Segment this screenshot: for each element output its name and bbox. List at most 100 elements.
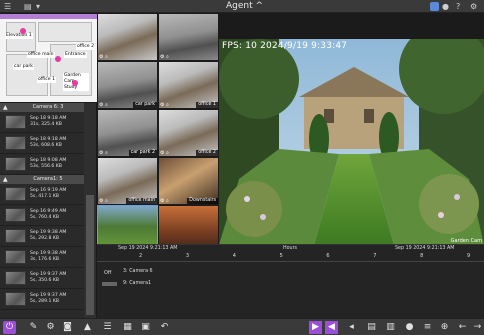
recording-item[interactable]: Sep 18 9:08 AM 53s, 556.6 KB bbox=[0, 154, 96, 175]
recording-thumbnail bbox=[5, 229, 26, 243]
floorplan-label[interactable]: office main bbox=[27, 52, 55, 58]
camera-tile[interactable]: ⚙ ⌕ Downstairs bbox=[159, 158, 218, 204]
forward-icon[interactable]: → bbox=[471, 321, 484, 334]
play-icon[interactable]: ▶ bbox=[309, 321, 322, 334]
timeline-header: Sep 19 2024 9:21:13 AM Hours Sep 19 2024… bbox=[97, 245, 484, 252]
undo-icon[interactable]: ↶ bbox=[158, 321, 171, 334]
dropdown-icon[interactable]: ▾ bbox=[36, 2, 40, 11]
fps-overlay: FPS: 10 2024/9/19 9:33:47 bbox=[222, 41, 348, 51]
recording-item[interactable]: Sep 16 9:19 AM 5s, 417.1 KB bbox=[0, 184, 96, 205]
floorplan-label[interactable]: Entrance bbox=[64, 52, 87, 58]
camera-tile-label: office 1 bbox=[196, 102, 218, 108]
camera-tile-tools-icon[interactable]: ⚙ ⌕ bbox=[99, 54, 108, 60]
camera-tile[interactable]: ⚙ ⌕ office 1 bbox=[159, 62, 218, 108]
garden-scene bbox=[219, 39, 484, 245]
recording-thumbnail bbox=[5, 136, 26, 150]
settings-icon[interactable]: ⚙ bbox=[44, 321, 57, 334]
camera-tile[interactable]: ⚙ ⌕ car park bbox=[98, 62, 157, 108]
floorplan-label[interactable]: Elevation 1 bbox=[5, 33, 33, 39]
timeline-tick-label: 3 bbox=[185, 253, 190, 259]
recording-item[interactable]: Sep 19 9:38 AM 3s, 176.6 KB bbox=[0, 247, 96, 268]
help-icon[interactable]: ? bbox=[456, 2, 460, 11]
mic-icon[interactable]: ● bbox=[403, 321, 416, 334]
main-view-top-area bbox=[219, 13, 484, 39]
collapse-icon[interactable]: ▲ bbox=[3, 175, 8, 184]
camera-tile-tools-icon[interactable]: ⚙ ⌕ bbox=[160, 198, 169, 204]
recording-item[interactable]: Sep 19 9:38 AM 5s, 292.8 KB bbox=[0, 226, 96, 247]
list-scrollbar[interactable] bbox=[84, 103, 96, 318]
scrollbar-thumb[interactable] bbox=[86, 195, 94, 315]
timeline-row[interactable]: 9: Camera1 bbox=[97, 279, 484, 289]
recording-info: 53s, 556.6 KB bbox=[30, 164, 62, 169]
camera-tile-tools-icon[interactable]: ⚙ ⌕ bbox=[99, 198, 108, 204]
recording-time: Sep 19 9:37 AM bbox=[30, 272, 67, 277]
group-header-camera6[interactable]: ▲ Camera 6: 3 bbox=[0, 103, 96, 112]
recording-item[interactable]: Sep 19 9:37 AM 5s, 289.1 KB bbox=[0, 289, 96, 310]
camera-icon[interactable]: ◙ bbox=[61, 321, 74, 334]
floorplan-map[interactable]: Elevation 1 office main car park Entranc… bbox=[0, 14, 97, 102]
recording-time: Sep 19 9:38 AM bbox=[30, 230, 67, 235]
camera-tile[interactable]: ⚙ ⌕ office main bbox=[98, 158, 157, 204]
image-icon[interactable]: ▣ bbox=[139, 321, 152, 334]
back-icon[interactable]: ← bbox=[456, 321, 469, 334]
user-icon[interactable]: ● bbox=[442, 2, 449, 11]
recording-item[interactable]: Sep 16 9:49 AM 5s, 760.4 KB bbox=[0, 205, 96, 226]
recording-info: 53s, 608.6 KB bbox=[30, 143, 62, 148]
floorplan-label[interactable]: office 2 bbox=[76, 44, 95, 50]
timeline-end-label: Sep 19 2024 9:21:13 AM bbox=[395, 246, 455, 251]
camera-tile-label: car park 2 bbox=[128, 150, 157, 156]
camera-tile[interactable]: ⚙ ⌕ bbox=[98, 14, 157, 60]
recording-thumbnail bbox=[5, 208, 26, 222]
timeline-row[interactable]: 3: Camera 6 bbox=[97, 267, 484, 277]
camera-tile-tools-icon[interactable]: ⚙ ⌕ bbox=[160, 54, 169, 60]
camera-marker[interactable] bbox=[20, 28, 26, 34]
recording-item[interactable]: Sep 19 9:37 AM 5s, 350.6 KB bbox=[0, 268, 96, 289]
camera-tile-tools-icon[interactable]: ⚙ ⌕ bbox=[160, 102, 169, 108]
timeline-segment[interactable] bbox=[102, 282, 117, 286]
layout-icon[interactable]: ▤ bbox=[365, 321, 378, 334]
timeline[interactable]: Sep 19 2024 9:21:13 AM Hours Sep 19 2024… bbox=[97, 244, 484, 318]
floorplan-header bbox=[0, 14, 97, 19]
camera-tile-tools-icon[interactable]: ⚙ ⌕ bbox=[99, 150, 108, 156]
camera-tile-tools-icon[interactable]: ⚙ ⌕ bbox=[99, 102, 108, 108]
recording-thumbnail bbox=[5, 271, 26, 285]
edit-icon[interactable]: ✎ bbox=[27, 321, 40, 334]
camera-tile[interactable]: ⚙ ⌕ office 2 bbox=[159, 110, 218, 156]
list-icon[interactable]: ☰ bbox=[101, 321, 114, 334]
main-camera-view[interactable]: FPS: 10 2024/9/19 9:33:47 Garden Cam bbox=[219, 39, 484, 245]
recording-item[interactable]: Sep 18 9:18 AM 31s, 325.4 KB bbox=[0, 112, 96, 133]
camera-tile-label: office 2 bbox=[196, 150, 218, 156]
timeline-date-label: Sep 19 2024 9:21:13 AM bbox=[118, 246, 178, 251]
recording-item[interactable]: Sep 18 9:18 AM 53s, 608.6 KB bbox=[0, 133, 96, 154]
app-title[interactable]: Agent ^ bbox=[226, 0, 263, 13]
recording-time: Sep 16 9:19 AM bbox=[30, 188, 67, 193]
grid-icon[interactable]: ▦ bbox=[121, 321, 134, 334]
power-icon[interactable]: ⏻ bbox=[3, 321, 16, 334]
camera-tile[interactable]: ⚙ ⌕ bbox=[159, 14, 218, 60]
keyboard-icon[interactable]: ▥ bbox=[384, 321, 397, 334]
settings-icon[interactable]: ⚙ bbox=[470, 2, 477, 11]
menu-icon[interactable]: ☰ bbox=[4, 2, 11, 11]
timeline-tick-label: 7 bbox=[373, 253, 377, 259]
server-icon[interactable]: ▤ bbox=[24, 2, 32, 11]
floorplan-room bbox=[6, 54, 48, 96]
camera-tile[interactable]: ⚙ ⌕ car park 2 bbox=[98, 110, 157, 156]
recording-time: Sep 18 9:08 AM bbox=[30, 158, 67, 163]
recording-thumbnail bbox=[5, 157, 26, 171]
menu-icon[interactable]: ≡ bbox=[421, 321, 434, 334]
recordings-list[interactable]: ▲ Camera 6: 3 Sep 18 9:18 AM 31s, 325.4 KB… bbox=[0, 103, 96, 318]
camera-tile-tools-icon[interactable]: ⚙ ⌕ bbox=[160, 150, 169, 156]
camera-marker[interactable] bbox=[72, 80, 78, 86]
volume-low-icon[interactable]: ◂ bbox=[345, 321, 358, 334]
notifications-icon[interactable] bbox=[430, 2, 439, 11]
camera-tile-label: Downstairs bbox=[187, 198, 218, 204]
group-header-camera1[interactable]: ▲ Camera1: 5 bbox=[0, 175, 96, 184]
collapse-icon[interactable]: ▲ bbox=[3, 103, 8, 112]
alert-icon[interactable]: ▲ bbox=[81, 321, 94, 334]
volume-icon[interactable]: ◀ bbox=[325, 321, 338, 334]
target-icon[interactable]: ⊕ bbox=[438, 321, 451, 334]
floorplan-label[interactable]: car park bbox=[13, 64, 34, 70]
floorplan-label[interactable]: office 1 bbox=[37, 77, 56, 83]
camera-marker[interactable] bbox=[55, 56, 61, 62]
timeline-ticks[interactable]: 2 3 4 5 6 7 8 9 bbox=[97, 253, 484, 262]
